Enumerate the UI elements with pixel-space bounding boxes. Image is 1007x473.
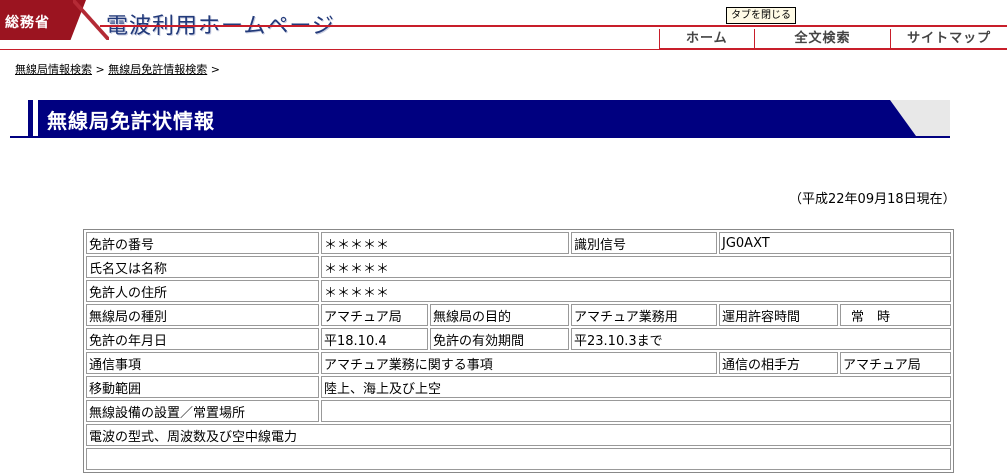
header-bottom-rule: [0, 49, 1007, 50]
license-info-table: 免許の番号 ＊＊＊＊＊ 識別信号 JG0AXT 氏名又は名称 ＊＊＊＊＊ 免許人…: [83, 229, 954, 473]
table-row: 無線局の種別 アマチュア局 無線局の目的 アマチュア業務用 運用許容時間 常 時: [86, 304, 951, 326]
table-row: 氏名又は名称 ＊＊＊＊＊: [86, 256, 951, 278]
counterpart-label: 通信の相手方: [719, 352, 838, 374]
table-row: 無線設備の設置／常置場所: [86, 400, 951, 422]
station-type-value: アマチュア局: [321, 304, 428, 326]
title-underline: [10, 136, 950, 138]
close-tab-button[interactable]: タブを閉じる: [726, 7, 796, 24]
page-title: 無線局免許状情報: [47, 109, 215, 133]
breadcrumb-license-search[interactable]: 無線局免許情報検索: [108, 63, 207, 76]
name-value: ＊＊＊＊＊: [321, 256, 951, 278]
table-row: 免許の年月日 平18.10.4 免許の有効期間 平23.10.3まで: [86, 328, 951, 350]
operating-hours-value: 常 時: [840, 304, 951, 326]
title-accent: [28, 100, 33, 136]
page-title-bar: 無線局免許状情報: [28, 100, 950, 136]
movement-value: 陸上、海上及び上空: [321, 376, 951, 398]
call-sign-value: JG0AXT: [719, 232, 951, 254]
breadcrumb-separator: >: [207, 63, 220, 76]
license-date-label: 免許の年月日: [86, 328, 319, 350]
table-row: 電波の型式、周波数及び空中線電力: [86, 424, 951, 446]
station-type-label: 無線局の種別: [86, 304, 319, 326]
address-label: 免許人の住所: [86, 280, 319, 302]
name-label: 氏名又は名称: [86, 256, 319, 278]
license-number-label: 免許の番号: [86, 232, 319, 254]
logo-text: 総務省: [5, 15, 50, 31]
breadcrumb: 無線局情報検索 > 無線局免許情報検索 >: [15, 61, 220, 77]
validity-value: 平23.10.3まで: [571, 328, 951, 350]
as-of-date: （平成22年09月18日現在）: [789, 192, 956, 207]
nav-sitemap[interactable]: サイトマップ: [890, 29, 1007, 49]
table-row: 移動範囲 陸上、海上及び上空: [86, 376, 951, 398]
purpose-label: 無線局の目的: [430, 304, 569, 326]
table-row: 免許の番号 ＊＊＊＊＊ 識別信号 JG0AXT: [86, 232, 951, 254]
table-row: 通信事項 アマチュア業務に関する事項 通信の相手方 アマチュア局: [86, 352, 951, 374]
comm-matters-value: アマチュア業務に関する事項: [321, 352, 717, 374]
header-slash-decoration: [73, 0, 109, 40]
license-number-value: ＊＊＊＊＊: [321, 232, 569, 254]
operating-hours-label: 運用許容時間: [719, 304, 838, 326]
movement-label: 移動範囲: [86, 376, 319, 398]
site-header: 総務省 電波利用ホームページ タブを閉じる ホーム 全文検索 サイトマップ: [0, 0, 1007, 52]
nav-fulltext-search[interactable]: 全文検索: [753, 29, 891, 49]
nav-home[interactable]: ホーム: [659, 29, 754, 49]
table-row: 免許人の住所 ＊＊＊＊＊: [86, 280, 951, 302]
site-title[interactable]: 電波利用ホームページ: [106, 8, 335, 40]
breadcrumb-station-search[interactable]: 無線局情報検索: [15, 63, 92, 76]
comm-matters-label: 通信事項: [86, 352, 319, 374]
emission-value: [86, 448, 951, 470]
install-location-label: 無線設備の設置／常置場所: [86, 400, 319, 422]
table-row: [86, 448, 951, 470]
install-location-value: [321, 400, 951, 422]
purpose-value: アマチュア業務用: [571, 304, 717, 326]
header-divider: [100, 25, 1007, 27]
call-sign-label: 識別信号: [571, 232, 717, 254]
global-nav: ホーム 全文検索 サイトマップ: [659, 29, 1007, 49]
address-value: ＊＊＊＊＊: [321, 280, 951, 302]
counterpart-value: アマチュア局: [840, 352, 951, 374]
license-date-value: 平18.10.4: [321, 328, 428, 350]
emission-label: 電波の型式、周波数及び空中線電力: [86, 424, 951, 446]
validity-label: 免許の有効期間: [430, 328, 569, 350]
breadcrumb-separator: >: [92, 63, 109, 76]
